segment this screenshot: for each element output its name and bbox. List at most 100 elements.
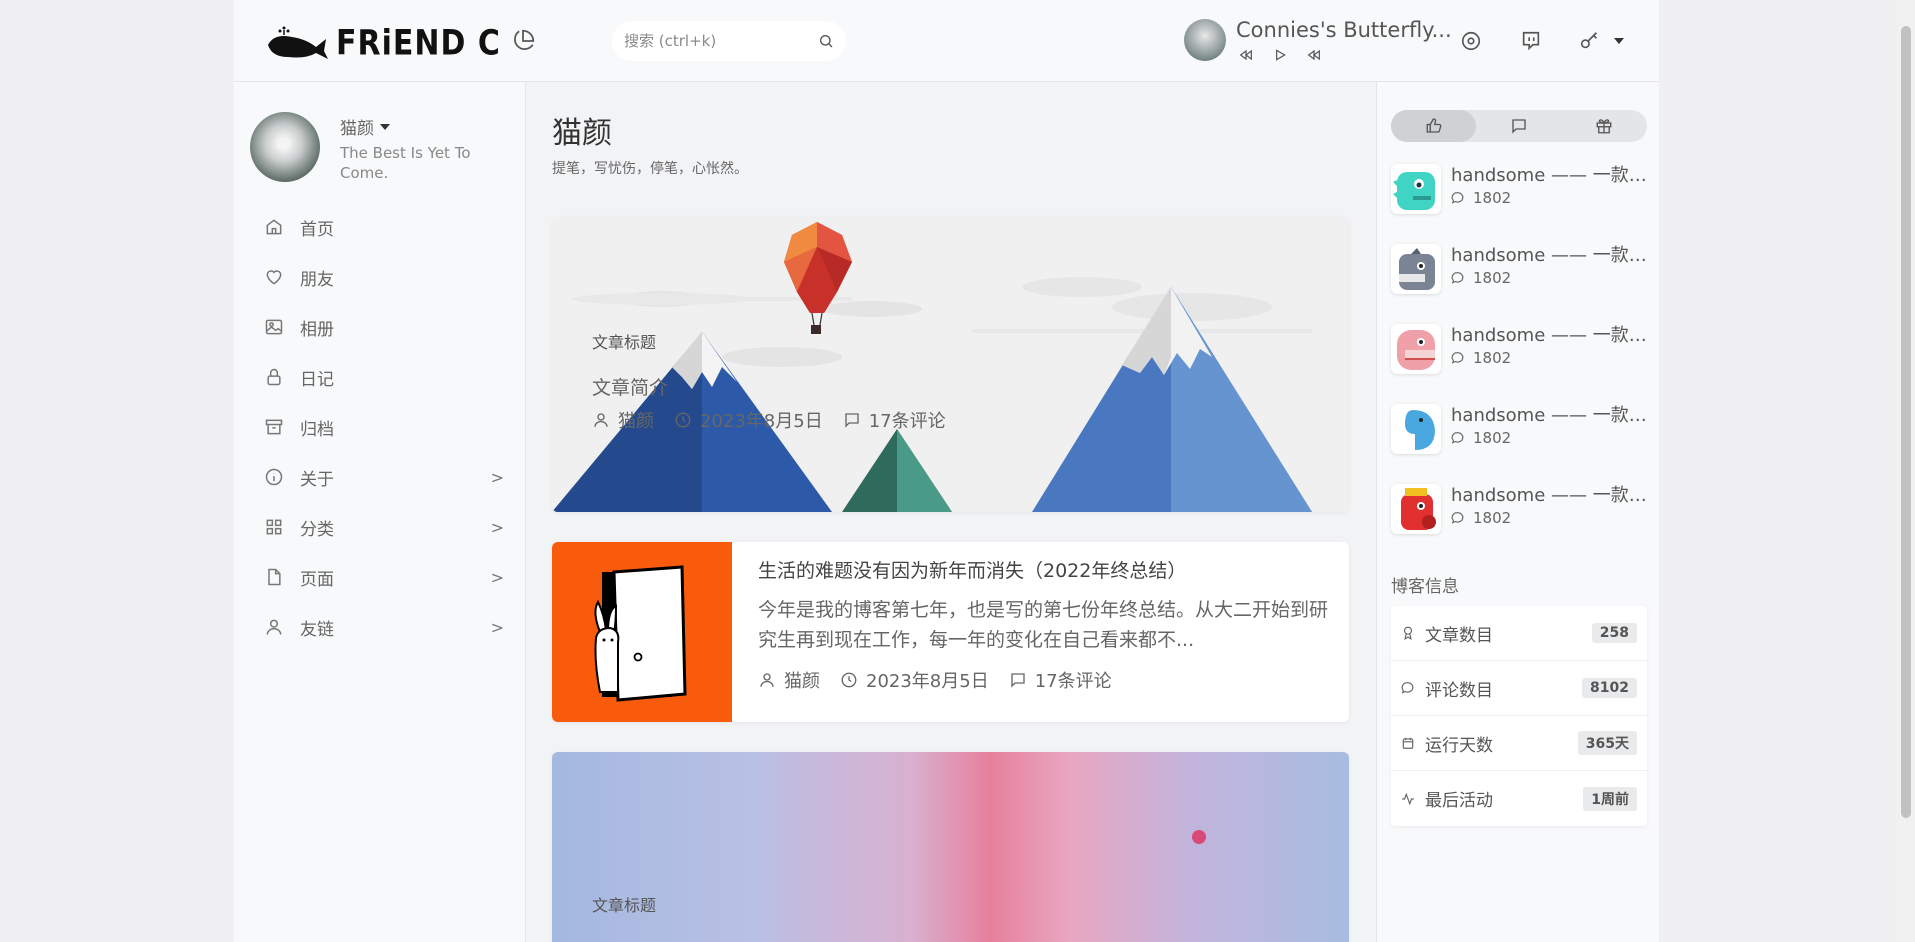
next-icon[interactable]: [1306, 48, 1322, 62]
tab-hot[interactable]: [1391, 110, 1477, 142]
left-sidebar: 猫颜 The Best Is Yet To Come. 首页 朋友 相册 日记 …: [234, 82, 526, 942]
blog-info-value: 258: [1591, 623, 1637, 643]
search-box[interactable]: [612, 21, 846, 61]
list-item-title: handsome —— 一款typecho主题: [1451, 485, 1647, 506]
comment-count: 1802: [1473, 429, 1512, 447]
logo-text: FRiEND C: [336, 22, 501, 64]
play-icon[interactable]: [1272, 48, 1288, 62]
post-meta: 猫颜 2023年8月5日 17条评论: [758, 667, 1329, 693]
watercolor-background: [1192, 830, 1206, 844]
post-comments[interactable]: 17条评论: [1035, 667, 1112, 693]
calendar-icon: [1402, 737, 1414, 749]
list-item-title: handsome —— 一款typecho主题: [1451, 325, 1647, 346]
post-card-featured[interactable]: 文章标题: [552, 752, 1349, 942]
nav-arrow: >: [490, 467, 504, 487]
nav-label: 友链: [300, 619, 334, 640]
key-dropdown-caret[interactable]: [1614, 38, 1624, 44]
chat-icon[interactable]: [1520, 30, 1542, 52]
tab-comments[interactable]: [1476, 110, 1561, 142]
nav-label: 分类: [300, 519, 334, 540]
list-item-title: handsome —— 一款typecho主题: [1451, 405, 1647, 426]
nav-arrow: >: [490, 517, 504, 537]
award-icon: [1403, 626, 1413, 640]
comment-icon: [845, 413, 859, 428]
target-icon[interactable]: [1460, 30, 1482, 52]
post-title[interactable]: 文章标题: [592, 892, 656, 916]
nav-label: 相册: [300, 319, 334, 340]
page-scrollbar[interactable]: [1897, 0, 1915, 942]
logo[interactable]: FRiEND C: [266, 22, 501, 64]
list-item[interactable]: handsome —— 一款typecho主题 1802: [1391, 242, 1647, 322]
tab-random[interactable]: [1562, 110, 1647, 142]
post-author[interactable]: 猫颜: [618, 407, 654, 433]
profile: 猫颜 The Best Is Yet To Come.: [250, 112, 490, 183]
nav-item-about[interactable]: 关于 >: [264, 452, 504, 502]
post-title[interactable]: 文章标题: [592, 329, 656, 353]
comment-count: 1802: [1473, 349, 1512, 367]
scrollbar-thumb[interactable]: [1901, 26, 1911, 818]
nav-item-archive[interactable]: 归档: [264, 402, 504, 452]
post-date: 2023年8月5日: [700, 411, 823, 432]
clock-icon: [841, 672, 857, 688]
post-icon: [1391, 244, 1441, 294]
search-icon[interactable]: [818, 32, 834, 50]
comment-icon: [1401, 682, 1414, 694]
post-title[interactable]: 生活的难题没有因为新年而消失（2022年终总结）: [758, 556, 1329, 583]
home-icon: [266, 219, 282, 235]
blog-info-value: 1周前: [1583, 786, 1637, 811]
main-content: 猫颜 提笔，写忧伤，停笔，心怅然。 文章标题 文章简介 猫颜 2023年8月5日…: [526, 82, 1376, 942]
nav-label: 首页: [300, 219, 334, 240]
blog-info-label: 运行天数: [1425, 735, 1493, 756]
list-item[interactable]: handsome —— 一款typecho主题 1802: [1391, 322, 1647, 402]
post-card[interactable]: 生活的难题没有因为新年而消失（2022年终总结） 今年是我的博客第七年，也是写的…: [552, 542, 1349, 722]
search-input[interactable]: [624, 32, 818, 50]
music-player: Connies's Butterfly...: [1184, 18, 1452, 62]
whale-icon: [268, 26, 328, 59]
nav-item-friends[interactable]: 朋友: [264, 252, 504, 302]
rabbit-door-illustration: [594, 565, 687, 702]
profile-name-dropdown[interactable]: 猫颜: [340, 114, 490, 139]
user-icon: [760, 673, 774, 687]
profile-motto: The Best Is Yet To Come.: [340, 144, 471, 182]
post-excerpt: 文章简介: [592, 377, 669, 399]
blog-info-row: 评论数目 8102: [1391, 661, 1647, 716]
list-item[interactable]: handsome —— 一款typecho主题 1802: [1391, 162, 1647, 242]
profile-name: 猫颜: [340, 119, 374, 139]
nav-label: 归档: [300, 419, 334, 440]
nav-item-pages[interactable]: 页面 >: [264, 552, 504, 602]
info-icon: [265, 468, 283, 486]
avatar[interactable]: [250, 112, 320, 182]
nav-item-home[interactable]: 首页: [264, 202, 504, 252]
list-item[interactable]: handsome —— 一款typecho主题 1802: [1391, 402, 1647, 482]
nav-item-links[interactable]: 友链 >: [264, 602, 504, 652]
image-icon: [265, 319, 283, 335]
post-card-featured[interactable]: 文章标题 文章简介 猫颜 2023年8月5日 17条评论: [552, 217, 1349, 512]
previous-icon[interactable]: [1238, 48, 1254, 62]
nav-item-album[interactable]: 相册: [264, 302, 504, 352]
comment-icon: [1512, 119, 1526, 134]
comment-icon: [1451, 192, 1464, 204]
blog-info-label: 评论数目: [1425, 680, 1493, 701]
nav-menu: 首页 朋友 相册 日记 归档 关于 > 分类 > 页面 > 友链 >: [264, 202, 504, 652]
post-author[interactable]: 猫颜: [784, 667, 820, 693]
nav-item-diary[interactable]: 日记: [264, 352, 504, 402]
nav-label: 关于: [300, 469, 334, 490]
right-sidebar: handsome —— 一款typecho主题 1802 handsome ——…: [1376, 82, 1659, 942]
blog-info-panel: 文章数目 258 评论数目 8102 运行天数 365天 最后活动 1周前: [1391, 606, 1647, 826]
pie-chart-icon[interactable]: [510, 28, 536, 54]
activity-icon: [1402, 792, 1414, 805]
post-comments[interactable]: 17条评论: [869, 407, 946, 433]
nav-arrow: >: [490, 567, 504, 587]
top-bar: FRiEND C Connies's Butterfly...: [234, 0, 1659, 82]
page-subtitle: 提笔，写忧伤，停笔，心怅然。: [552, 161, 748, 177]
list-item[interactable]: handsome —— 一款typecho主题 1802: [1391, 482, 1647, 562]
key-icon[interactable]: [1579, 30, 1601, 52]
nav-label: 朋友: [300, 269, 334, 290]
album-cover[interactable]: [1184, 19, 1226, 61]
nav-item-category[interactable]: 分类 >: [264, 502, 504, 552]
post-thumbnail[interactable]: [552, 542, 732, 722]
caret-down-icon: [380, 123, 390, 130]
file-icon: [268, 568, 281, 586]
nav-label: 页面: [300, 569, 334, 590]
blog-info-row: 文章数目 258: [1391, 606, 1647, 661]
